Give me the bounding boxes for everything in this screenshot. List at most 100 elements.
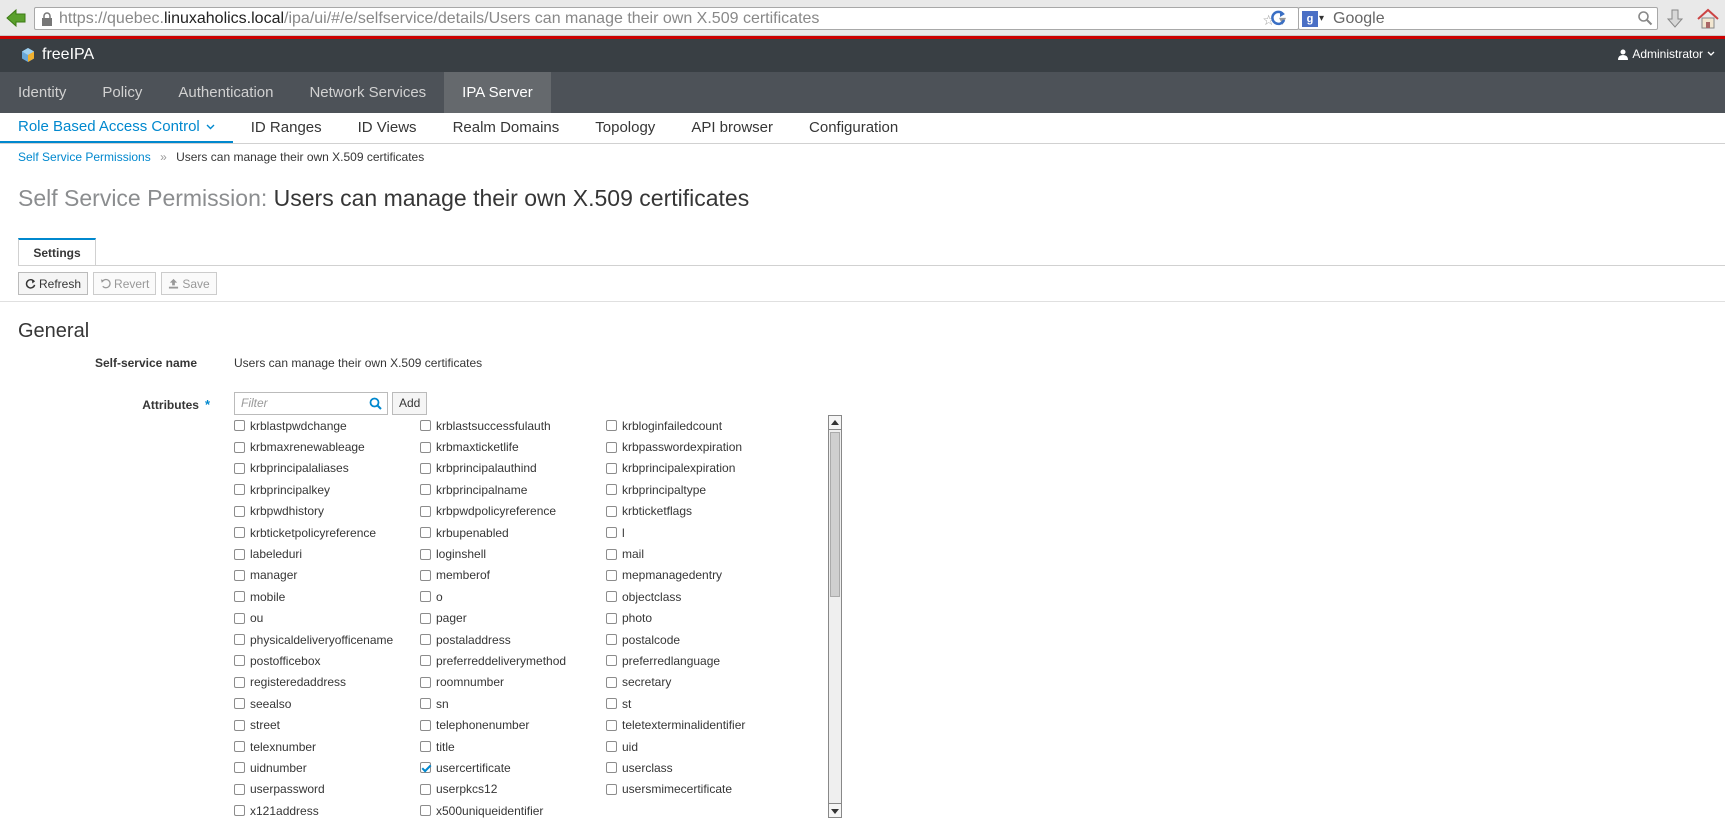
refresh-button[interactable]: Refresh [18, 272, 89, 295]
attribute-filter[interactable] [234, 392, 388, 415]
attribute-option[interactable]: krbpasswordexpiration [606, 436, 792, 457]
reload-icon[interactable] [1268, 8, 1288, 28]
nav-authentication[interactable]: Authentication [160, 72, 291, 113]
attribute-checkbox[interactable] [420, 612, 431, 624]
attribute-option[interactable]: preferreddeliverymethod [420, 650, 606, 671]
attribute-option[interactable]: userpkcs12 [420, 779, 606, 800]
attribute-option[interactable]: x500uniqueidentifier [420, 800, 606, 821]
attribute-checkbox[interactable] [606, 591, 617, 603]
attribute-checkbox[interactable] [420, 634, 431, 646]
attribute-option[interactable]: krbprincipalkey [234, 479, 420, 500]
attribute-checkbox[interactable] [234, 741, 245, 753]
attribute-checkbox[interactable] [606, 484, 617, 496]
attribute-checkbox[interactable] [420, 527, 431, 539]
attribute-checkbox[interactable] [606, 527, 617, 539]
attribute-option[interactable]: krbloginfailedcount [606, 415, 792, 436]
scroll-thumb[interactable] [830, 432, 840, 597]
attribute-checkbox[interactable] [234, 698, 245, 710]
attribute-checkbox[interactable] [606, 420, 617, 432]
attribute-checkbox[interactable] [420, 569, 431, 581]
breadcrumb-parent-link[interactable]: Self Service Permissions [18, 150, 151, 164]
attribute-option[interactable]: st [606, 693, 792, 714]
attribute-option[interactable]: street [234, 714, 420, 735]
attribute-checkbox[interactable] [606, 655, 617, 667]
home-icon[interactable] [1696, 7, 1720, 31]
attribute-checkbox[interactable] [420, 719, 431, 731]
revert-button[interactable]: Revert [93, 272, 157, 295]
scroll-up-button[interactable] [829, 416, 841, 430]
attribute-checkbox[interactable] [234, 719, 245, 731]
attribute-option[interactable]: krbprincipalexpiration [606, 458, 792, 479]
save-button[interactable]: Save [161, 272, 217, 295]
attribute-option[interactable]: objectclass [606, 586, 792, 607]
attribute-checkbox[interactable] [420, 676, 431, 688]
attribute-checkbox[interactable] [420, 741, 431, 753]
attribute-option[interactable]: postofficebox [234, 650, 420, 671]
attribute-checkbox[interactable] [606, 634, 617, 646]
attribute-filter-input[interactable] [241, 396, 361, 410]
nav-ipa-server[interactable]: IPA Server [444, 72, 551, 113]
attribute-checkbox[interactable] [420, 591, 431, 603]
attribute-checkbox[interactable] [234, 634, 245, 646]
attribute-option[interactable]: loginshell [420, 543, 606, 564]
attribute-checkbox[interactable] [234, 548, 245, 560]
attribute-option[interactable]: userclass [606, 757, 792, 778]
browser-search-box[interactable]: g ▾ Google [1298, 7, 1658, 30]
attribute-checkbox[interactable] [606, 762, 617, 774]
attribute-checkbox[interactable] [606, 741, 617, 753]
attribute-checkbox[interactable] [234, 527, 245, 539]
user-menu[interactable]: Administrator [1618, 47, 1715, 61]
attribute-checkbox[interactable] [234, 805, 245, 817]
attribute-option[interactable]: krbticketflags [606, 501, 792, 522]
attribute-option[interactable]: userpassword [234, 779, 420, 800]
brand-logo[interactable]: freeIPA [20, 46, 94, 64]
attribute-option[interactable]: ou [234, 608, 420, 629]
attribute-checkbox[interactable] [606, 612, 617, 624]
attribute-checkbox[interactable] [234, 612, 245, 624]
attribute-option[interactable]: pager [420, 608, 606, 629]
nav-identity[interactable]: Identity [0, 72, 84, 113]
attribute-option[interactable]: title [420, 736, 606, 757]
attribute-option[interactable]: preferredlanguage [606, 650, 792, 671]
attribute-list-scrollbar[interactable] [828, 415, 842, 818]
attribute-checkbox[interactable] [606, 676, 617, 688]
attribute-option[interactable]: krbprincipalauthind [420, 458, 606, 479]
attribute-option[interactable]: memberof [420, 565, 606, 586]
attribute-checkbox[interactable] [420, 805, 431, 817]
subnav-rbac[interactable]: Role Based Access Control [0, 113, 233, 143]
attribute-checkbox[interactable] [420, 548, 431, 560]
attribute-checkbox[interactable] [234, 505, 245, 517]
subnav-id-views[interactable]: ID Views [340, 113, 435, 143]
nav-network-services[interactable]: Network Services [291, 72, 444, 113]
attribute-option[interactable]: sn [420, 693, 606, 714]
attribute-checkbox[interactable] [420, 505, 431, 517]
attribute-checkbox[interactable] [234, 420, 245, 432]
attribute-checkbox[interactable] [420, 762, 431, 774]
attribute-checkbox[interactable] [606, 441, 617, 453]
attribute-checkbox[interactable] [420, 420, 431, 432]
attribute-option[interactable]: krbprincipalaliases [234, 458, 420, 479]
attribute-option[interactable]: physicaldeliveryofficename [234, 629, 420, 650]
attribute-option[interactable]: mobile [234, 586, 420, 607]
attribute-checkbox[interactable] [606, 505, 617, 517]
attribute-option[interactable]: seealso [234, 693, 420, 714]
attribute-option[interactable]: krblastsuccessfulauth [420, 415, 606, 436]
attribute-checkbox[interactable] [234, 762, 245, 774]
subnav-topology[interactable]: Topology [577, 113, 673, 143]
attribute-checkbox[interactable] [606, 462, 617, 474]
attribute-checkbox[interactable] [234, 441, 245, 453]
attribute-option[interactable]: x121address [234, 800, 420, 821]
subnav-configuration[interactable]: Configuration [791, 113, 916, 143]
attribute-option[interactable]: uidnumber [234, 757, 420, 778]
attribute-checkbox[interactable] [606, 548, 617, 560]
attribute-checkbox[interactable] [234, 484, 245, 496]
attribute-option[interactable]: postaladdress [420, 629, 606, 650]
attribute-option[interactable]: mepmanagedentry [606, 565, 792, 586]
url-bar[interactable]: https://quebec.linuxaholics.local/ipa/ui… [34, 7, 1299, 30]
attribute-option[interactable]: krbmaxrenewableage [234, 436, 420, 457]
attribute-checkbox[interactable] [234, 676, 245, 688]
attribute-option[interactable]: labeleduri [234, 543, 420, 564]
attribute-option[interactable]: telexnumber [234, 736, 420, 757]
attribute-option[interactable]: krbprincipalname [420, 479, 606, 500]
attribute-option[interactable]: o [420, 586, 606, 607]
